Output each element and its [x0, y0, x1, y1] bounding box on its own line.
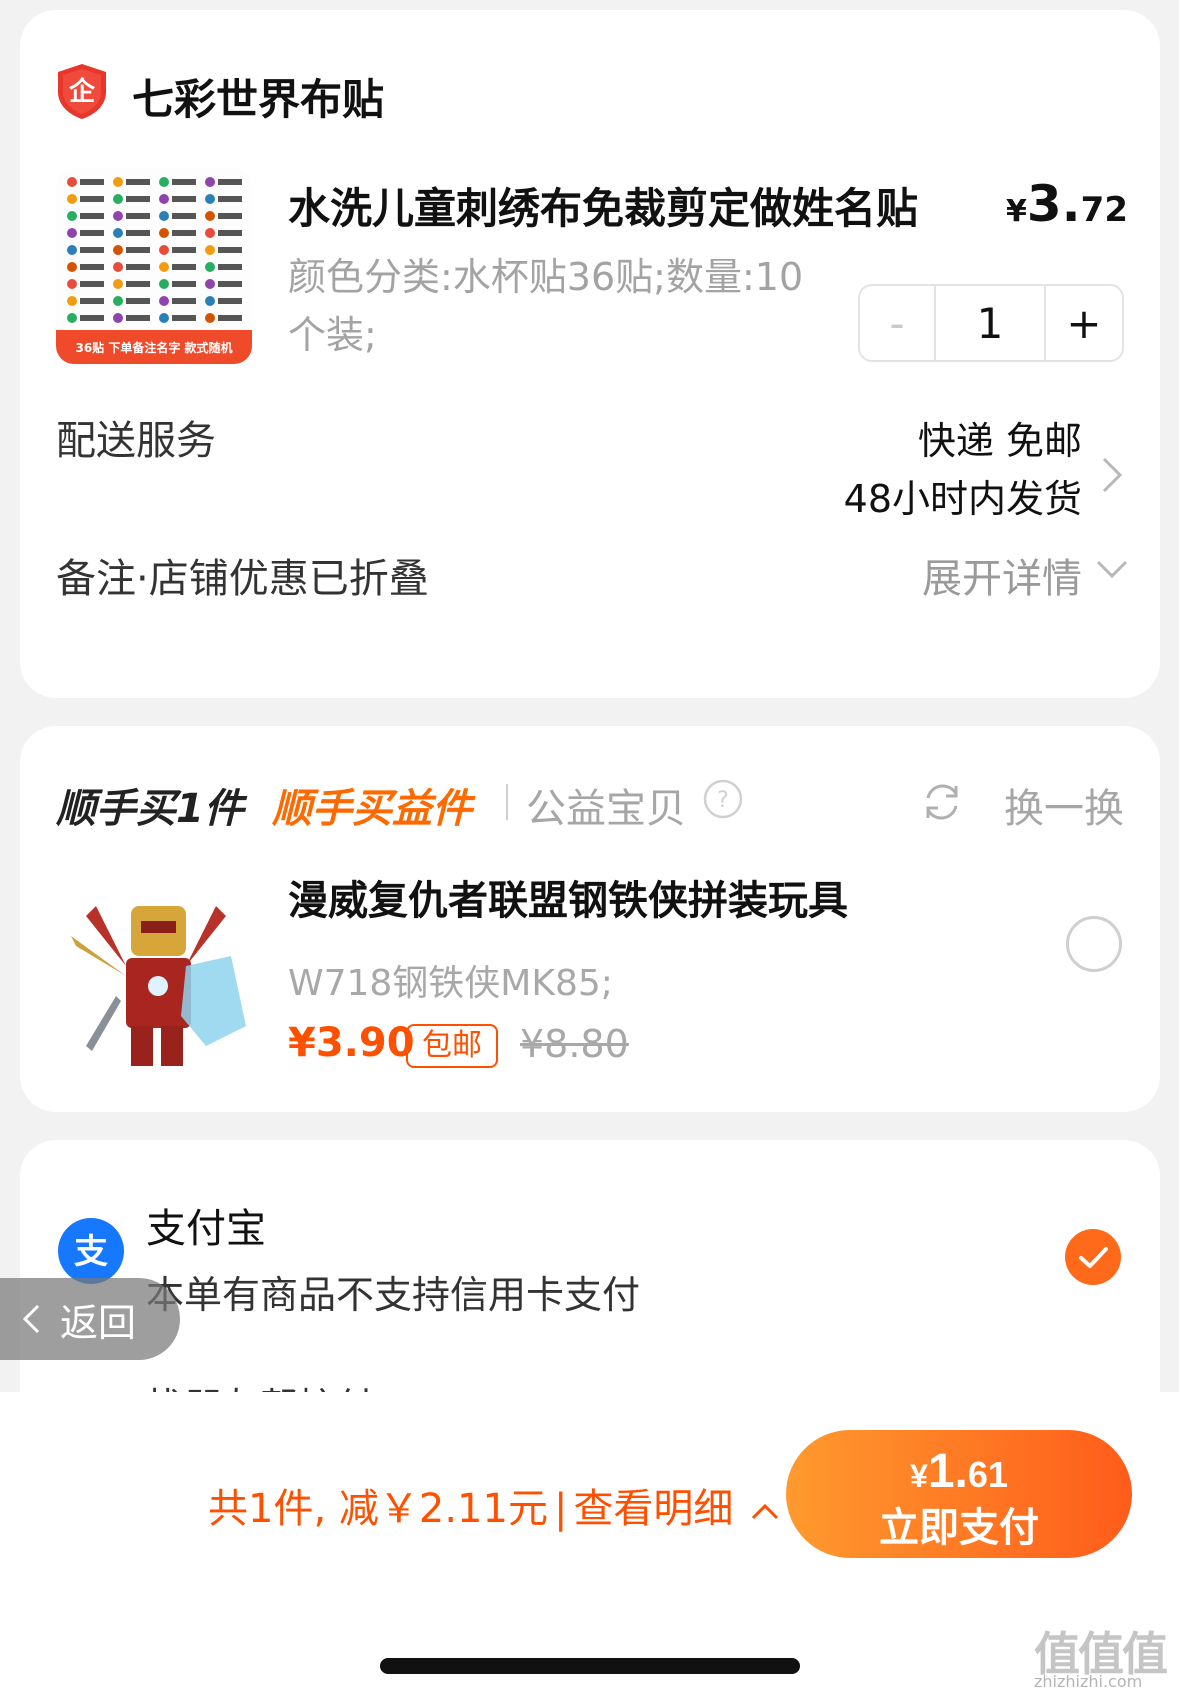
svg-text:支: 支: [74, 1232, 108, 1272]
chevron-up-icon: [752, 1503, 779, 1520]
payment-note: 本单有商品不支持信用卡支付: [146, 1273, 641, 1317]
addon-card: 顺手买1件 顺手买益件 公益宝贝 ? 换一换 漫威复仇者联盟钢铁侠拼装玩具 W7…: [20, 726, 1160, 1112]
addon-product-title[interactable]: 漫威复仇者联盟钢铁侠拼装玩具: [288, 868, 848, 926]
free-shipping-badge: 包邮: [406, 1024, 498, 1068]
addon-product-image[interactable]: [56, 876, 256, 1076]
svg-text:36贴 下单备注名字 款式随机: 36贴 下单备注名字 款式随机: [75, 340, 232, 355]
payment-selected-check-icon[interactable]: [1064, 1228, 1122, 1286]
remark-label: 备注·店铺优惠已折叠: [56, 556, 429, 602]
addon-product-sku: W718钢铁侠MK85;: [288, 963, 613, 1004]
product-sku[interactable]: 颜色分类:水杯贴36贴;数量:10个装;: [288, 248, 818, 364]
product-thumbnail[interactable]: 36贴 下单备注名字 款式随机: [56, 168, 252, 364]
back-label: 返回: [60, 1300, 137, 1345]
price-currency: ¥: [1006, 194, 1027, 229]
order-summary[interactable]: 共1件, 减￥2.11元 | 查看明细: [208, 1476, 780, 1534]
addon-heading-charity: 顺手买益件: [272, 786, 472, 832]
alipay-icon: 支: [56, 1216, 126, 1286]
order-card: 企 七彩世界布贴 36贴 下单备注名字 款式随机 水洗儿童刺绣布免裁剪定做姓名贴…: [20, 10, 1160, 698]
addon-price: ¥3.90: [288, 1020, 415, 1066]
back-button[interactable]: 返回: [0, 1278, 180, 1360]
pay-now-button[interactable]: ¥1.61 立即支付: [786, 1430, 1132, 1558]
product-title[interactable]: 水洗儿童刺绣布免裁剪定做姓名贴: [288, 175, 918, 236]
home-indicator: [380, 1658, 800, 1674]
increment-button[interactable]: +: [1046, 286, 1122, 360]
product-price: ¥3.72: [1006, 175, 1128, 233]
pay-amount: ¥1.61: [910, 1444, 1008, 1498]
svg-text:企: 企: [69, 76, 96, 107]
price-integer: 3.: [1026, 175, 1081, 233]
addon-original-price: ¥8.80: [520, 1022, 629, 1066]
chevron-right-icon[interactable]: [1100, 455, 1124, 495]
decrement-button[interactable]: -: [860, 286, 936, 360]
addon-heading: 顺手买1件: [56, 786, 244, 832]
delivery-value[interactable]: 快递 免邮 48小时内发货: [844, 412, 1082, 528]
watermark-url: zhizhizhi.com: [1034, 1672, 1143, 1691]
svg-text:?: ?: [717, 788, 729, 813]
refresh-icon[interactable]: [920, 780, 964, 824]
price-decimal: 72: [1080, 190, 1128, 230]
summary-text: 共1件, 减￥2.11元: [208, 1486, 548, 1532]
charity-label: 公益宝贝: [526, 786, 686, 832]
checkout-bar: 共1件, 减￥2.11元 | 查看明细 ¥1.61 立即支付 值值值 zhizhiz…: [0, 1392, 1179, 1698]
quantity-input[interactable]: 1: [936, 286, 1046, 360]
addon-select-radio[interactable]: [1066, 916, 1122, 972]
chevron-left-icon: [22, 1304, 40, 1334]
delivery-label: 配送服务: [56, 418, 216, 464]
quantity-stepper: - 1 +: [858, 284, 1124, 362]
shop-name[interactable]: 七彩世界布贴: [132, 66, 384, 127]
view-details-link[interactable]: 查看明细: [573, 1486, 733, 1532]
delivery-method: 快递 免邮: [917, 419, 1082, 463]
pay-now-label: 立即支付: [879, 1505, 1039, 1550]
delivery-time: 48小时内发货: [843, 477, 1082, 521]
summary-separator: |: [553, 1486, 568, 1532]
expand-details-button[interactable]: 展开详情: [922, 546, 1082, 604]
enterprise-shield-icon: 企: [56, 62, 108, 120]
chevron-down-icon[interactable]: [1094, 558, 1130, 582]
refresh-button[interactable]: 换一换: [1004, 776, 1124, 834]
payment-method-name[interactable]: 支付宝: [146, 1196, 266, 1254]
divider: [506, 784, 508, 820]
help-icon[interactable]: ?: [702, 778, 744, 820]
